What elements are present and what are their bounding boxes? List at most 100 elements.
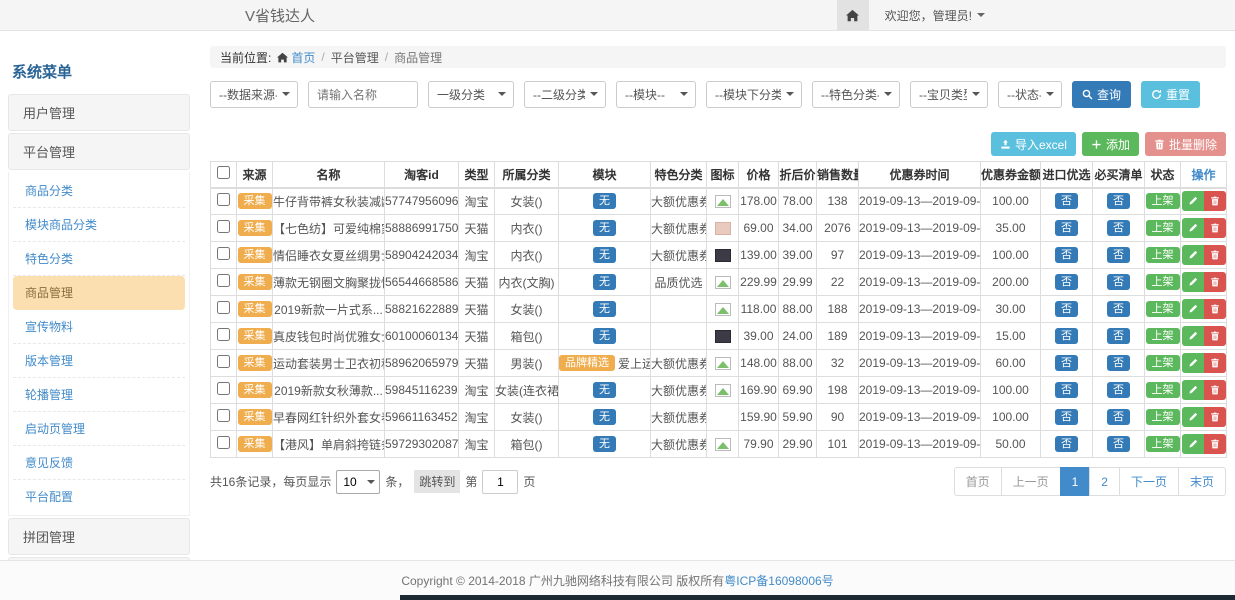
imported-badge[interactable]: 否 <box>1055 247 1078 263</box>
row-checkbox[interactable] <box>217 409 230 422</box>
sidebar-subitem[interactable]: 意见反馈 <box>13 446 185 480</box>
product-thumbnail-icon[interactable] <box>715 438 731 451</box>
delete-button[interactable] <box>1204 245 1226 265</box>
filter-select[interactable]: --特色分类-- <box>812 81 900 108</box>
sidebar-subitem[interactable]: 商品管理 <box>13 276 185 310</box>
filter-name-input[interactable] <box>308 81 418 108</box>
status-badge[interactable]: 上架 <box>1146 436 1180 452</box>
edit-button[interactable] <box>1182 407 1204 427</box>
select-all-checkbox[interactable] <box>217 166 230 179</box>
imported-badge[interactable]: 否 <box>1055 301 1078 317</box>
import-excel-button[interactable]: 导入excel <box>991 132 1076 156</box>
delete-button[interactable] <box>1204 272 1226 292</box>
delete-button[interactable] <box>1204 353 1226 373</box>
page-next[interactable]: 下一页 <box>1119 467 1179 496</box>
jump-button[interactable]: 跳转到 <box>414 470 460 493</box>
filter-select[interactable]: --模块-- <box>616 81 696 108</box>
product-thumbnail-icon[interactable] <box>715 222 731 235</box>
delete-button[interactable] <box>1204 299 1226 319</box>
imported-badge[interactable]: 否 <box>1055 328 1078 344</box>
page-1[interactable]: 1 <box>1060 467 1091 496</box>
edit-button[interactable] <box>1182 380 1204 400</box>
reset-button[interactable]: 重置 <box>1141 81 1200 108</box>
imported-badge[interactable]: 否 <box>1055 382 1078 398</box>
page-prev[interactable]: 上一页 <box>1001 467 1061 496</box>
sidebar-subitem[interactable]: 轮播管理 <box>13 378 185 412</box>
sidebar-subitem[interactable]: 特色分类 <box>13 242 185 276</box>
edit-button[interactable] <box>1182 326 1204 346</box>
sidebar-subitem[interactable]: 模块商品分类 <box>13 208 185 242</box>
delete-button[interactable] <box>1204 326 1226 346</box>
edit-button[interactable] <box>1182 218 1204 238</box>
batch-delete-button[interactable]: 批量删除 <box>1145 132 1226 156</box>
sidebar-item[interactable]: 平台管理 <box>8 133 190 170</box>
imported-badge[interactable]: 否 <box>1055 274 1078 290</box>
imported-badge[interactable]: 否 <box>1055 355 1078 371</box>
delete-button[interactable] <box>1204 434 1226 454</box>
delete-button[interactable] <box>1204 191 1226 211</box>
edit-button[interactable] <box>1182 272 1204 292</box>
home-button[interactable] <box>837 0 869 30</box>
edit-button[interactable] <box>1182 191 1204 211</box>
row-checkbox[interactable] <box>217 220 230 233</box>
sidebar-subitem[interactable]: 宣传物料 <box>13 310 185 344</box>
status-badge[interactable]: 上架 <box>1146 274 1180 290</box>
row-checkbox[interactable] <box>217 301 230 314</box>
status-badge[interactable]: 上架 <box>1146 382 1180 398</box>
must-buy-badge[interactable]: 否 <box>1107 436 1130 452</box>
product-thumbnail-icon[interactable] <box>715 384 731 397</box>
edit-button[interactable] <box>1182 353 1204 373</box>
filter-select[interactable]: 一级分类 <box>428 81 514 108</box>
filter-select[interactable]: --模块下分类-- <box>706 81 802 108</box>
breadcrumb-home-link[interactable]: 首页 <box>277 49 315 66</box>
imported-badge[interactable]: 否 <box>1055 436 1078 452</box>
row-checkbox[interactable] <box>217 328 230 341</box>
sidebar-subitem[interactable]: 启动页管理 <box>13 412 185 446</box>
breadcrumb-item-platform[interactable]: 平台管理 <box>331 49 379 66</box>
filter-select[interactable]: --数据来源-- <box>210 81 298 108</box>
delete-button[interactable] <box>1204 218 1226 238</box>
status-badge[interactable]: 上架 <box>1146 247 1180 263</box>
must-buy-badge[interactable]: 否 <box>1107 247 1130 263</box>
delete-button[interactable] <box>1204 380 1226 400</box>
imported-badge[interactable]: 否 <box>1055 193 1078 209</box>
must-buy-badge[interactable]: 否 <box>1107 301 1130 317</box>
must-buy-badge[interactable]: 否 <box>1107 220 1130 236</box>
sidebar-subitem[interactable]: 平台配置 <box>13 480 185 513</box>
delete-button[interactable] <box>1204 407 1226 427</box>
must-buy-badge[interactable]: 否 <box>1107 274 1130 290</box>
page-first[interactable]: 首页 <box>954 467 1002 496</box>
user-menu[interactable]: 欢迎您，管理员! <box>885 7 985 24</box>
page-number-input[interactable] <box>482 470 518 494</box>
page-2[interactable]: 2 <box>1089 467 1120 496</box>
product-thumbnail-icon[interactable] <box>715 330 731 343</box>
row-checkbox[interactable] <box>217 193 230 206</box>
product-thumbnail-icon[interactable] <box>715 249 731 262</box>
imported-badge[interactable]: 否 <box>1055 220 1078 236</box>
sidebar-subitem[interactable]: 版本管理 <box>13 344 185 378</box>
filter-select[interactable]: --宝贝类型-- <box>910 81 988 108</box>
row-checkbox[interactable] <box>217 382 230 395</box>
row-checkbox[interactable] <box>217 355 230 368</box>
product-thumbnail-icon[interactable] <box>715 303 731 316</box>
status-badge[interactable]: 上架 <box>1146 355 1180 371</box>
page-size-select[interactable]: 10 <box>336 470 380 494</box>
status-badge[interactable]: 上架 <box>1146 409 1180 425</box>
icp-link[interactable]: 粤ICP备16098006号 <box>724 574 833 588</box>
row-checkbox[interactable] <box>217 247 230 260</box>
must-buy-badge[interactable]: 否 <box>1107 193 1130 209</box>
sidebar-item[interactable]: 拼团管理 <box>8 518 190 555</box>
must-buy-badge[interactable]: 否 <box>1107 328 1130 344</box>
must-buy-badge[interactable]: 否 <box>1107 409 1130 425</box>
edit-button[interactable] <box>1182 245 1204 265</box>
search-button[interactable]: 查询 <box>1072 81 1131 108</box>
status-badge[interactable]: 上架 <box>1146 220 1180 236</box>
filter-select[interactable]: --二级分类-- <box>524 81 606 108</box>
edit-button[interactable] <box>1182 299 1204 319</box>
must-buy-badge[interactable]: 否 <box>1107 355 1130 371</box>
row-checkbox[interactable] <box>217 436 230 449</box>
status-badge[interactable]: 上架 <box>1146 193 1180 209</box>
add-button[interactable]: 添加 <box>1082 132 1139 156</box>
sidebar-item[interactable]: 用户管理 <box>8 94 190 131</box>
must-buy-badge[interactable]: 否 <box>1107 382 1130 398</box>
